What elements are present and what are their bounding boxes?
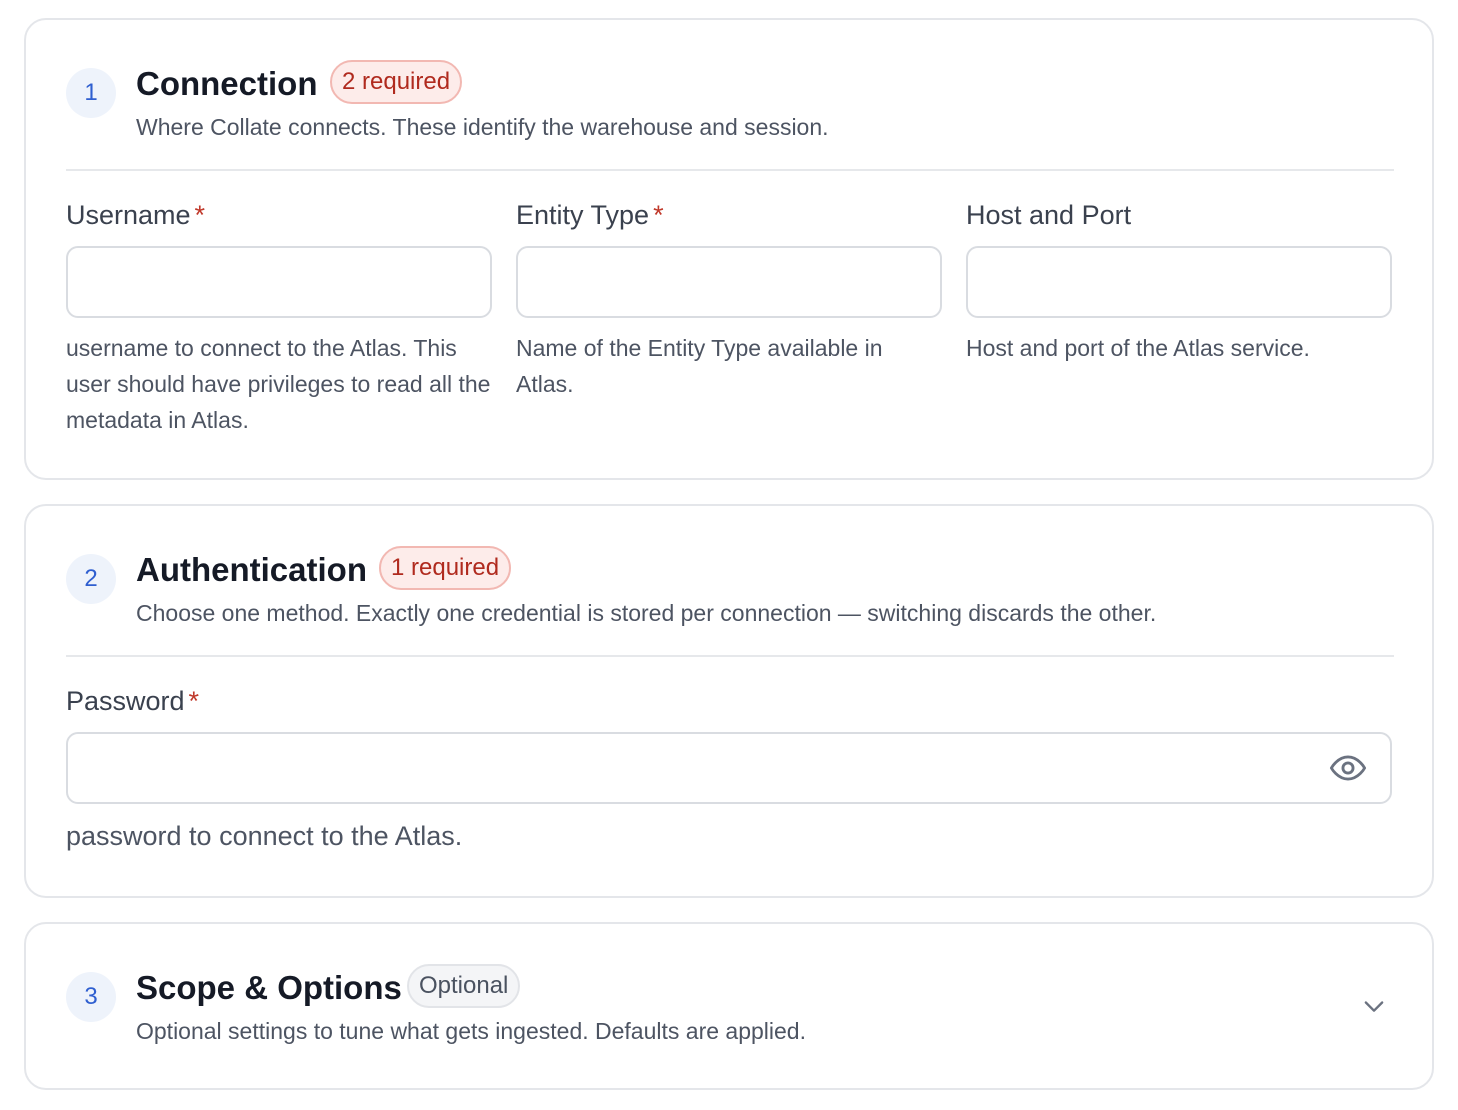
required-asterisk: * — [188, 686, 200, 716]
entity-type-label-text: Entity Type — [516, 200, 650, 230]
chevron-down-icon[interactable] — [1356, 988, 1392, 1024]
required-count-badge: 2 required — [330, 60, 463, 104]
required-asterisk: * — [194, 200, 206, 230]
authentication-section: 2 Authentication 1 required Choose one m… — [24, 504, 1434, 898]
entity-type-help-text: Name of the Entity Type available in Atl… — [516, 335, 883, 397]
scope-options-section[interactable]: 3 Scope & Options Optional Optional sett… — [24, 922, 1434, 1090]
section-divider — [66, 655, 1394, 657]
section-description: Choose one method. Exactly one credentia… — [136, 600, 1157, 626]
host-port-label-text: Host and Port — [966, 200, 1132, 230]
step-number-1: 1 — [66, 68, 116, 118]
eye-icon[interactable] — [1328, 748, 1368, 788]
username-help-text: username to connect to the Atlas. This u… — [66, 335, 491, 433]
password-input[interactable] — [66, 732, 1392, 804]
host-port-label: Host and Port — [966, 198, 1131, 232]
entity-type-input[interactable] — [516, 246, 942, 318]
username-input[interactable] — [66, 246, 492, 318]
entity-type-label: Entity Type * — [516, 198, 664, 232]
username-label-text: Username — [66, 200, 191, 230]
required-count-badge: 1 required — [379, 546, 512, 590]
optional-badge: Optional — [407, 964, 521, 1008]
section-title-scope-options: Scope & Options — [136, 969, 402, 1006]
section-description: Where Collate connects. These identify t… — [136, 114, 829, 140]
host-port-help-text: Host and port of the Atlas service. — [966, 335, 1310, 361]
connection-section: 1 Connection 2 required Where Collate co… — [24, 18, 1434, 480]
step-number-3: 3 — [66, 972, 116, 1022]
password-help-text: password to connect to the Atlas. — [66, 821, 463, 851]
password-label: Password * — [66, 684, 199, 718]
section-title-authentication: Authentication — [136, 551, 367, 588]
section-divider — [66, 169, 1394, 171]
section-title-connection: Connection — [136, 65, 318, 102]
host-port-input[interactable] — [966, 246, 1392, 318]
username-label: Username * — [66, 198, 205, 232]
connection-form-page: 1 Connection 2 required Where Collate co… — [0, 0, 1458, 1110]
section-description: Optional settings to tune what gets inge… — [136, 1018, 806, 1044]
password-label-text: Password — [66, 686, 185, 716]
step-number-2: 2 — [66, 554, 116, 604]
required-asterisk: * — [653, 200, 664, 230]
